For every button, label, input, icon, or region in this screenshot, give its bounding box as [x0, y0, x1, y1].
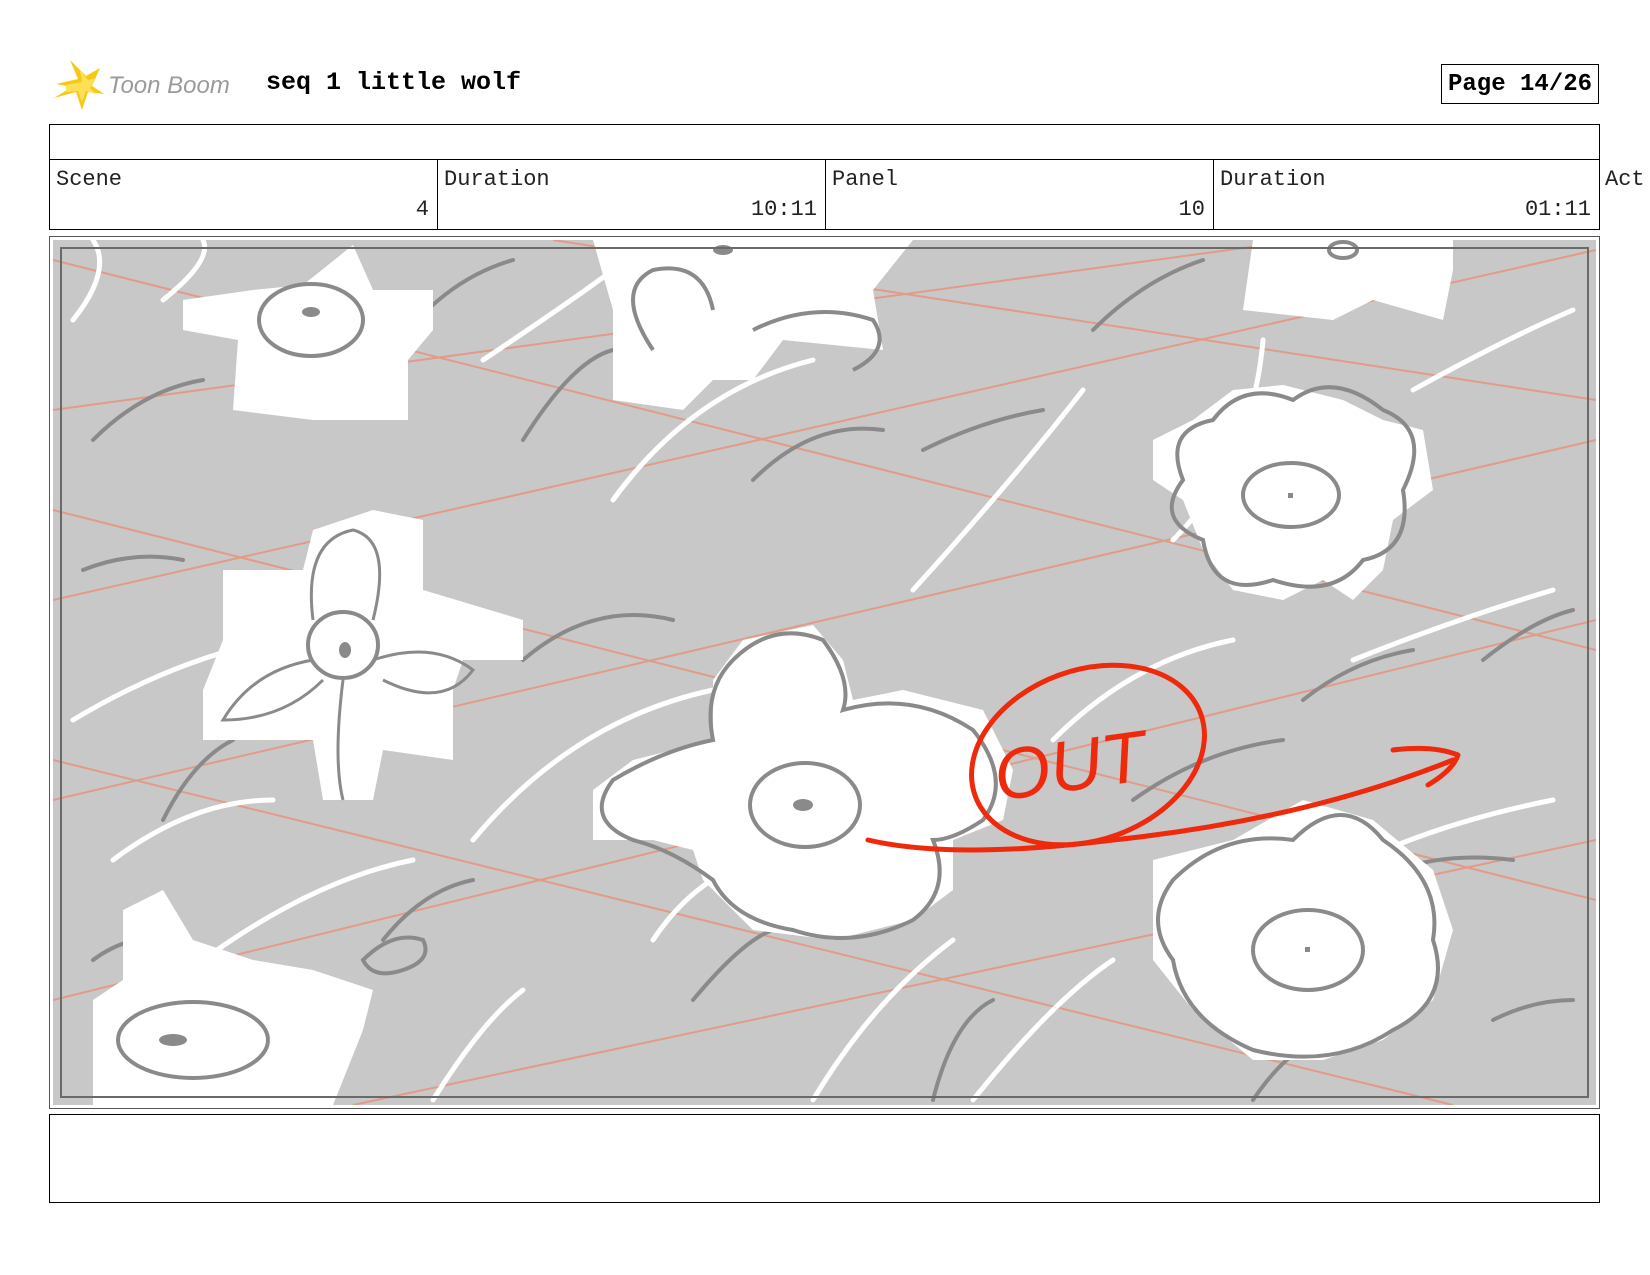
- action-label: Act: [1605, 167, 1645, 192]
- document-title: seq 1 little wolf: [266, 68, 522, 97]
- storyboard-panel: OUT: [49, 236, 1600, 1109]
- scene-duration-value: 10:11: [750, 197, 817, 222]
- panel-info-row: Scene 4 Duration 10:11 Panel 10 Duration…: [49, 159, 1600, 230]
- panel-cell: Panel 10: [826, 160, 1214, 229]
- scene-cell: Scene 4: [50, 160, 438, 229]
- panel-duration-label: Duration: [1220, 167, 1326, 192]
- scene-duration-cell: Duration 10:11: [438, 160, 826, 229]
- toon-boom-logo: Toon Boom: [52, 58, 252, 112]
- scene-duration-label: Duration: [444, 167, 550, 192]
- flower-top-right: [1243, 240, 1453, 320]
- logo-star-icon: [54, 60, 104, 110]
- panel-label: Panel: [832, 167, 899, 192]
- panel-sketch: OUT: [53, 240, 1596, 1105]
- header-blank-row: [49, 124, 1600, 160]
- scene-label: Scene: [56, 167, 123, 192]
- page-indicator: Page 14/26: [1441, 64, 1599, 104]
- panel-value: 10: [1178, 197, 1205, 222]
- notes-box: [49, 1114, 1600, 1203]
- logo-wordmark: Toon Boom: [108, 72, 230, 99]
- panel-duration-cell: Duration 01:11: [1214, 160, 1599, 229]
- panel-duration-value: 01:11: [1524, 197, 1591, 222]
- scene-value: 4: [415, 197, 429, 222]
